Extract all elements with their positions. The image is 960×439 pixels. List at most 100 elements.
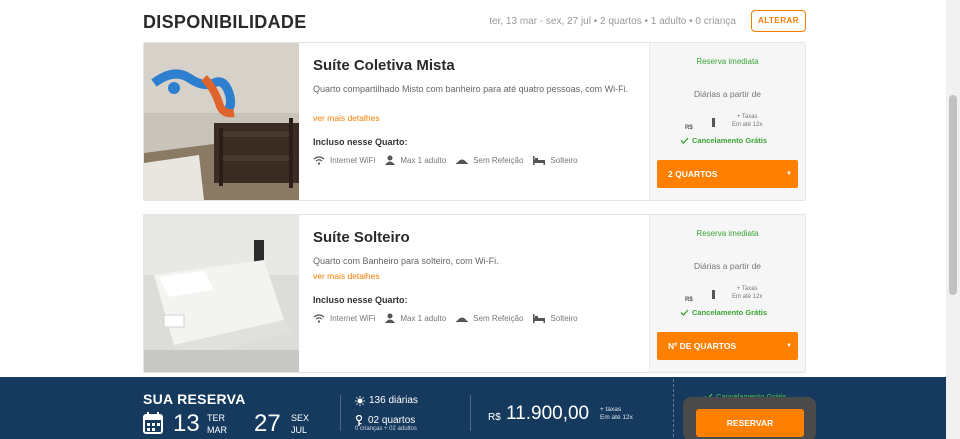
price-tax-info: + Taxas Em até 12x: [732, 113, 762, 129]
dashed-divider: [673, 379, 674, 437]
wifi-icon: [313, 313, 325, 323]
person-icon: [385, 155, 396, 165]
amenity-bed: Solteiro: [533, 313, 578, 323]
nights-count: 136 diárias: [355, 395, 418, 406]
amenity-max-adults: Max 1 adulto: [385, 155, 446, 165]
amenity-label: Internet WiFi: [330, 155, 376, 165]
installments-line: Em até 12x: [732, 122, 763, 128]
page-scrollbar[interactable]: [946, 0, 960, 439]
wifi-icon: [313, 155, 325, 165]
key-icon: [355, 415, 363, 426]
room-card: Suíte Coletiva Mista Quarto compartilhad…: [143, 42, 806, 201]
price-from-label: Diárias a partir de: [693, 89, 762, 99]
amenity-wifi: Internet WiFi: [313, 314, 375, 323]
checkout-weekday: SEX: [291, 413, 310, 423]
check-icon: [680, 137, 689, 144]
room-price-panel: Reserva imediata Diárias a partir de R$ …: [649, 215, 805, 372]
availability-header: DISPONIBILIDADE ter, 13 mar - sex, 27 ju…: [143, 10, 806, 36]
amenity-label: Internet WiFi: [330, 313, 376, 323]
check-icon: [680, 309, 689, 316]
room-photo[interactable]: [144, 215, 299, 372]
search-summary: ter, 13 mar - sex, 27 jul • 2 quartos • …: [489, 16, 736, 27]
amenity-label: Solteiro: [550, 313, 578, 323]
checkin-weekday: TER: [207, 413, 225, 423]
select-value: Nº DE QUARTOS: [668, 341, 737, 351]
amenity-meal: Sem Refeição: [456, 314, 523, 323]
room-price-panel: Reserva imediata Diárias a partir de R$ …: [649, 43, 805, 200]
reservation-bar: SUA RESERVA 13 TER MAR 27 SEX JUL 136 di…: [0, 377, 946, 439]
amenity-meal: Sem Refeição: [456, 156, 523, 165]
included-label: Incluso nesse Quarto:: [313, 137, 408, 147]
amenities-row: Internet WiFi Max 1 adulto Sem Refeição …: [313, 313, 588, 323]
rooms-count: 02 quartos: [355, 415, 415, 426]
amenity-label: Solteiro: [550, 155, 578, 165]
nights-label: 136 diárias: [369, 395, 418, 406]
checkout-month: JUL: [291, 425, 308, 435]
amenities-row: Internet WiFi Max 1 adulto Sem Refeição …: [313, 155, 588, 165]
checkin-month: MAR: [207, 425, 227, 435]
meal-icon: [456, 159, 469, 164]
rooms-quantity-select[interactable]: 2 QUARTOS ▼: [657, 160, 798, 188]
price-currency: R$: [685, 297, 693, 303]
page: DISPONIBILIDADE ter, 13 mar - sex, 27 ju…: [0, 0, 960, 439]
room-info: Suíte Coletiva Mista Quarto compartilhad…: [313, 43, 648, 200]
reservation-title: SUA RESERVA: [143, 391, 246, 407]
price-value-mark: [712, 290, 715, 299]
installments-line: Em até 12x: [600, 414, 633, 421]
room-name: Suíte Coletiva Mista: [313, 57, 455, 74]
cancel-label: Cancelamento Grátis: [692, 136, 768, 145]
page-title: DISPONIBILIDADE: [143, 12, 307, 32]
amenity-max-adults: Max 1 adulto: [385, 313, 446, 323]
immediate-booking-label: Reserva imediata: [696, 229, 759, 238]
price-currency: R$: [685, 125, 693, 131]
guests-summary: 0 crianças + 02 adultos: [355, 426, 417, 432]
chevron-down-icon: ▼: [786, 171, 792, 177]
room-card: Suíte Solteiro Quarto com Banheiro para …: [143, 214, 806, 373]
rooms-label: 02 quartos: [368, 415, 416, 426]
person-icon: [385, 313, 396, 323]
immediate-booking-label: Reserva imediata: [696, 57, 759, 66]
total-price: 11.900,00: [506, 403, 590, 424]
scrollbar-thumb[interactable]: [949, 95, 957, 295]
free-cancellation: Cancelamento Grátis: [680, 308, 767, 317]
tax-line: + Taxas: [736, 286, 758, 292]
divider: [470, 395, 471, 431]
room-info: Suíte Solteiro Quarto com Banheiro para …: [313, 215, 648, 372]
tax-line: + taxas: [600, 406, 622, 413]
alter-button[interactable]: ALTERAR: [751, 10, 806, 32]
checkout-day: 27: [254, 410, 281, 437]
select-value: 2 QUARTOS: [668, 169, 718, 179]
installments-line: Em até 12x: [732, 294, 763, 300]
reserve-button[interactable]: RESERVAR: [696, 409, 804, 437]
room-description: Quarto com Banheiro para solteiro, com W…: [313, 256, 499, 266]
more-details-link[interactable]: ver mais detalhes: [313, 271, 380, 281]
amenity-wifi: Internet WiFi: [313, 156, 375, 165]
amenity-label: Max 1 adulto: [400, 155, 447, 165]
cancel-label: Cancelamento Grátis: [692, 308, 768, 317]
room-description: Quarto compartilhado Misto com banheiro …: [313, 84, 629, 94]
rooms-quantity-select[interactable]: Nº DE QUARTOS ▼: [657, 332, 798, 360]
included-label: Incluso nesse Quarto:: [313, 295, 408, 305]
price-tax-info: + Taxas Em até 12x: [732, 285, 762, 301]
sun-icon: [355, 395, 365, 406]
price-value-mark: [712, 118, 715, 127]
divider: [340, 395, 341, 431]
reserve-button-container: RESERVAR: [683, 397, 816, 439]
bed-icon: [533, 155, 546, 165]
calendar-icon: [143, 412, 163, 434]
amenity-bed: Solteiro: [533, 155, 578, 165]
bed-icon: [533, 313, 546, 323]
price-from-label: Diárias a partir de: [693, 261, 762, 271]
room-photo[interactable]: [144, 43, 299, 200]
total-tax-info: + taxas Em até 12x: [600, 406, 633, 422]
chevron-down-icon: ▼: [786, 343, 792, 349]
total-currency: R$: [488, 412, 501, 423]
more-details-link[interactable]: ver mais detalhes: [313, 113, 380, 123]
checkin-day: 13: [173, 410, 200, 437]
meal-icon: [456, 317, 469, 322]
free-cancellation: Cancelamento Grátis: [680, 136, 767, 145]
amenity-label: Max 1 adulto: [400, 313, 447, 323]
tax-line: + Taxas: [736, 114, 758, 120]
amenity-label: Sem Refeição: [473, 313, 524, 323]
room-name: Suíte Solteiro: [313, 229, 410, 246]
